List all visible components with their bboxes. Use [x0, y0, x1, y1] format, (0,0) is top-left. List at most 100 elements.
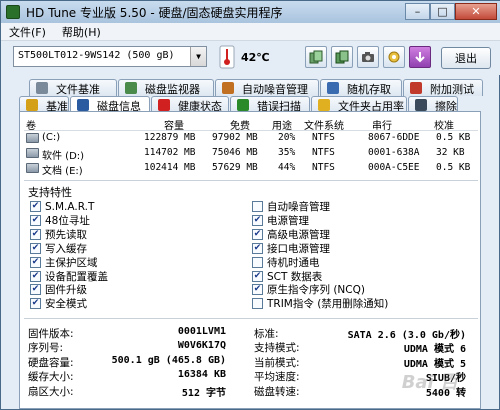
menu-help[interactable]: 帮助(H) [54, 24, 109, 40]
volume-capacity: 102414 MB [144, 162, 195, 173]
volume-serial: 000A-C5EE [368, 162, 419, 173]
feature-checkbox[interactable]: ✔ [252, 229, 263, 240]
feature-label: 电源管理 [267, 213, 309, 228]
app-window: HD Tune 专业版 5.50 - 硬盘/固态硬盘实用程序 – □ ✕ 文件(… [0, 0, 500, 410]
watermark-logo: Bai 百 [402, 368, 458, 394]
table-row[interactable]: (C:)122879 MB97902 MB20%NTFS8067-6DDE0.5… [24, 131, 478, 146]
volume-filesystem: NTFS [312, 162, 335, 173]
info-label: 磁盘转速: [254, 384, 300, 397]
col-volume[interactable]: 卷 [26, 117, 36, 132]
options-icon [387, 50, 401, 64]
info-label: 固件版本: [28, 326, 74, 339]
feature-item: ✔接口电源管理 [252, 242, 330, 255]
tab-label: 文件基准 [56, 83, 100, 96]
feature-checkbox[interactable]: ✔ [30, 201, 41, 212]
info-label: 标准: [254, 326, 279, 339]
info-label: 平均速度: [254, 369, 300, 382]
feature-checkbox[interactable]: ✔ [30, 243, 41, 254]
feature-label: 原生指令序列 (NCQ) [267, 282, 365, 297]
feature-checkbox[interactable]: ✔ [30, 271, 41, 282]
feature-item: ✔安全模式 [30, 297, 87, 310]
tab-label: 随机存取 [347, 83, 391, 96]
feature-checkbox[interactable]: ✔ [252, 243, 263, 254]
minimize-button[interactable]: – [405, 3, 430, 20]
volume-usage: 20% [278, 132, 295, 143]
volume-usage: 35% [278, 147, 295, 158]
table-row[interactable]: 文档 (E:)102414 MB57629 MB44%NTFS000A-C5EE… [24, 161, 478, 176]
feature-checkbox[interactable]: ✔ [252, 284, 263, 295]
disk-info-icon [77, 99, 89, 111]
close-button[interactable]: ✕ [455, 3, 497, 20]
temperature-value: 42℃ [241, 51, 270, 64]
maximize-button[interactable]: □ [430, 3, 455, 20]
col-serial[interactable]: 串行 [372, 117, 392, 132]
info-value: 0001LVM1 [178, 326, 226, 339]
chevron-down-icon[interactable]: ▼ [190, 47, 206, 66]
menu-bar: 文件(F) 帮助(H) [1, 23, 500, 41]
info-label: 硬盘容量: [28, 355, 74, 368]
copy-all-icon [335, 50, 349, 64]
drive-select[interactable]: ST500LT012-9WS142 (500 gB) ▼ [13, 46, 207, 67]
copy-all-button[interactable] [331, 46, 353, 68]
feature-checkbox[interactable] [252, 257, 263, 268]
tab-extra-tests[interactable]: 附加测试 [403, 79, 483, 96]
options-button[interactable] [383, 46, 405, 68]
volume-free: 57629 MB [212, 162, 258, 173]
tab-file-benchmark[interactable]: 文件基准 [29, 79, 117, 96]
feature-checkbox[interactable]: ✔ [30, 215, 41, 226]
feature-item: ✔设备配置覆盖 [30, 270, 108, 283]
col-cluster[interactable]: 校准 [434, 117, 454, 132]
random-access-icon [327, 82, 339, 94]
volume-table-header: 卷 容量 免费 用途 文件系统 串行 校准 [24, 116, 478, 131]
feature-checkbox[interactable]: ✔ [252, 271, 263, 282]
copy-info-button[interactable] [305, 46, 327, 68]
feature-label: 48位寻址 [45, 213, 90, 228]
feature-item: ✔写入缓存 [30, 242, 87, 255]
info-label: 序列号: [28, 340, 63, 353]
col-free[interactable]: 免费 [230, 117, 250, 132]
col-capacity[interactable]: 容量 [164, 117, 184, 132]
info-value: 512 字节 [182, 384, 226, 397]
feature-item: 待机时通电 [252, 256, 320, 269]
feature-checkbox[interactable]: ✔ [30, 284, 41, 295]
feature-checkbox[interactable] [252, 298, 263, 309]
feature-item: ✔ 预先读取 [30, 228, 87, 241]
feature-label: S.M.A.R.T [45, 201, 94, 213]
feature-item: 自动噪音管理 [252, 200, 330, 213]
download-button[interactable] [409, 46, 431, 68]
tab-random-access[interactable]: 随机存取 [320, 79, 402, 96]
feature-label: 预先读取 [45, 227, 87, 242]
col-usage[interactable]: 用途 [272, 117, 292, 132]
volume-serial: 0001-638A [368, 147, 419, 158]
feature-checkbox[interactable]: ✔ [30, 257, 41, 268]
feature-checkbox[interactable]: ✔ [30, 229, 41, 240]
volume-capacity: 122879 MB [144, 132, 195, 143]
drive-icon [26, 148, 39, 158]
info-value: W0V6K17Q [178, 340, 226, 353]
table-row[interactable]: 软件 (D:)114702 MB75046 MB35%NTFS0001-638A… [24, 146, 478, 161]
app-icon [6, 5, 20, 19]
feature-item: ✔SCT 数据表 [252, 270, 322, 283]
tab-disk-monitor[interactable]: 磁盘监视器 [118, 79, 214, 96]
drive-icon [26, 133, 39, 143]
exit-button[interactable]: 退出 [441, 47, 491, 69]
feature-label: 主保护区域 [45, 255, 98, 270]
disk-monitor-icon [125, 82, 137, 94]
feature-checkbox[interactable] [252, 201, 263, 212]
info-value: SATA 2.6 (3.0 Gb/秒) [348, 326, 466, 339]
title-bar: HD Tune 专业版 5.50 - 硬盘/固态硬盘实用程序 – □ ✕ [1, 1, 500, 23]
feature-item: ✔固件升级 [30, 283, 87, 296]
feature-checkbox[interactable]: ✔ [30, 298, 41, 309]
volume-filesystem: NTFS [312, 147, 335, 158]
benchmark-icon [26, 99, 38, 111]
feature-checkbox[interactable]: ✔ [252, 215, 263, 226]
window-controls: – □ ✕ [405, 3, 497, 20]
volume-serial: 8067-6DDE [368, 132, 419, 143]
screenshot-button[interactable] [357, 46, 379, 68]
tab-noise[interactable]: 自动噪音管理 [215, 79, 319, 96]
col-filesystem[interactable]: 文件系统 [304, 117, 344, 132]
window-title: HD Tune 专业版 5.50 - 硬盘/固态硬盘实用程序 [26, 4, 283, 21]
volume-name: 软件 (D:) [42, 147, 84, 162]
volume-name: (C:) [42, 132, 60, 143]
menu-file[interactable]: 文件(F) [1, 24, 54, 40]
